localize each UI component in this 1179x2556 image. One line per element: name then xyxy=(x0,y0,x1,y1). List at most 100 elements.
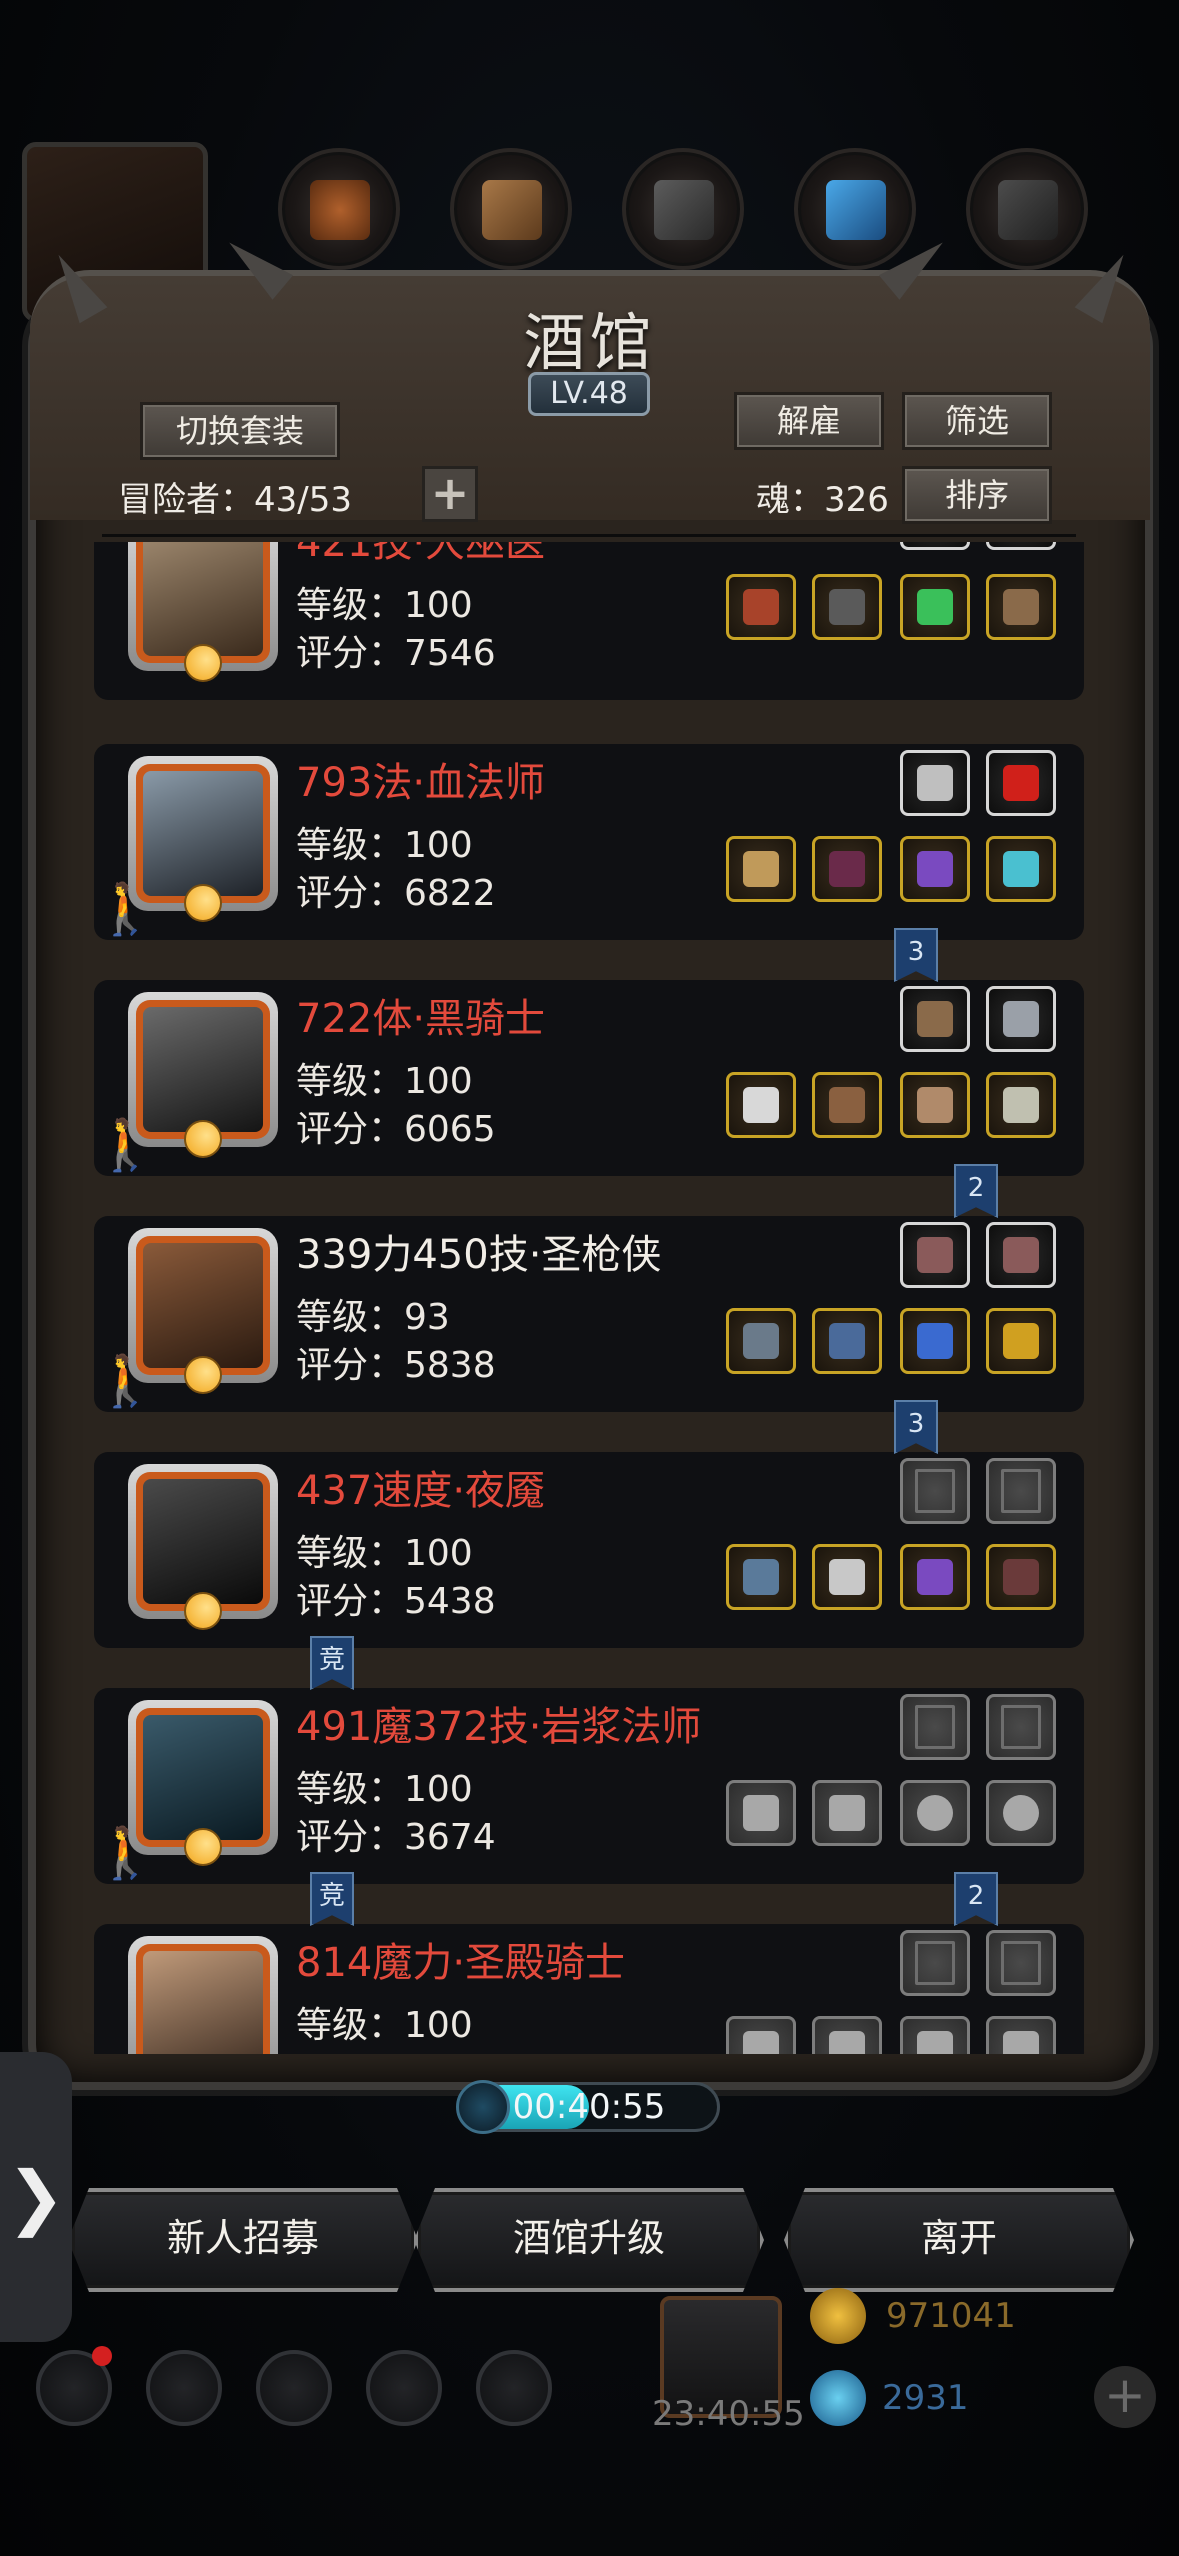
adventurer-name: 814魔力·圣殿骑士 xyxy=(296,1940,626,1986)
add-slot-button[interactable]: + xyxy=(422,466,478,522)
star-icon[interactable] xyxy=(146,2350,222,2426)
armor-icon[interactable] xyxy=(812,574,882,640)
sort-button[interactable]: 排序 xyxy=(902,466,1052,524)
page-title: 酒馆 xyxy=(523,306,656,379)
adventurer-score: 评分：3674 xyxy=(296,1817,496,1858)
ring-icon[interactable] xyxy=(900,836,970,902)
empty-armor-slot[interactable] xyxy=(812,2016,882,2054)
charm-icon[interactable] xyxy=(986,1072,1056,1138)
moon-icon xyxy=(184,644,222,682)
empty-armor-slot[interactable] xyxy=(812,1780,882,1846)
blood-gem-icon[interactable] xyxy=(986,750,1056,816)
adventurer-score: 评分：7546 xyxy=(296,633,496,674)
adventurer-card[interactable]: 🚶 793法·血法师 等级：100 评分：6822 xyxy=(94,744,1084,940)
adventurer-level: 等级：100 xyxy=(296,1061,473,1102)
empty-accessory-slot[interactable] xyxy=(986,1694,1056,1760)
accessory-slot[interactable] xyxy=(986,542,1056,550)
moon-icon xyxy=(184,1356,222,1394)
leave-button[interactable]: 离开 xyxy=(784,2188,1134,2292)
adventurer-name: 339力450技·圣枪侠 xyxy=(296,1232,662,1278)
sword-icon[interactable] xyxy=(726,1072,796,1138)
soul-count: 魂：326 xyxy=(756,480,889,520)
feather-icon[interactable] xyxy=(986,1222,1056,1288)
empty-ring-slot[interactable] xyxy=(900,2016,970,2054)
notification-dot xyxy=(92,2346,112,2366)
goblet-icon[interactable] xyxy=(900,750,970,816)
blade-icon[interactable] xyxy=(726,1544,796,1610)
moon-icon xyxy=(184,1592,222,1630)
empty-ring-slot[interactable] xyxy=(900,1780,970,1846)
adventurer-level: 等级：100 xyxy=(296,585,473,626)
resource-meat-icon[interactable] xyxy=(278,148,400,270)
adventurer-card[interactable]: 🚶 491魔372技·岩浆法师 等级：100 评分：3674 xyxy=(94,1688,1084,1884)
walking-figure-icon: 🚶 xyxy=(94,880,157,938)
avatar xyxy=(128,1936,278,2054)
switch-set-button[interactable]: 切换套装 xyxy=(140,402,340,460)
link-ribbon: 3 xyxy=(894,1400,938,1454)
feather-icon[interactable] xyxy=(900,1222,970,1288)
adventurer-score: 评分：5838 xyxy=(296,1345,496,1386)
shield-icon[interactable] xyxy=(900,1072,970,1138)
side-expand-tab[interactable]: ❯ xyxy=(0,2052,72,2342)
adventurer-level: 等级：100 xyxy=(296,825,473,866)
empty-accessory-slot[interactable] xyxy=(986,1930,1056,1996)
resource-iron-icon[interactable] xyxy=(622,148,744,270)
walking-figure-icon: 🚶 xyxy=(94,1352,157,1410)
adventurer-count: 冒险者：43/53 xyxy=(118,480,352,520)
adventurer-level: 等级：100 xyxy=(296,1533,473,1574)
empty-accessory-slot[interactable] xyxy=(900,1458,970,1524)
adventurer-name: 793法·血法师 xyxy=(296,760,546,806)
knife-icon[interactable] xyxy=(986,986,1056,1052)
adventurer-card[interactable]: 🚶 339力450技·圣枪侠 等级：93 评分：5838 xyxy=(94,1216,1084,1412)
spear-icon[interactable] xyxy=(726,1308,796,1374)
empty-accessory-slot[interactable] xyxy=(900,1694,970,1760)
adventurer-card[interactable]: 🚶 722体·黑骑士 等级：100 评分：6065 xyxy=(94,980,1084,1176)
wand-icon[interactable] xyxy=(726,836,796,902)
robe-icon[interactable] xyxy=(812,836,882,902)
recruit-button[interactable]: 新人招募 xyxy=(68,2188,418,2292)
upgrade-tavern-button[interactable]: 酒馆升级 xyxy=(414,2188,764,2292)
empty-ring-slot[interactable] xyxy=(986,2016,1056,2054)
walking-figure-icon: 🚶 xyxy=(94,1116,157,1174)
filter-button[interactable]: 筛选 xyxy=(902,392,1052,450)
gold-ring-icon[interactable] xyxy=(986,1308,1056,1374)
adventurer-card[interactable]: 814魔力·圣殿骑士 等级：100 xyxy=(94,1924,1084,2054)
adventurer-card[interactable]: 437速度·夜魇 等级：100 评分：5438 xyxy=(94,1452,1084,1648)
amulet-icon[interactable] xyxy=(986,836,1056,902)
handshake-icon[interactable] xyxy=(476,2350,552,2426)
resource-wood-icon[interactable] xyxy=(450,148,572,270)
resource-ore-icon[interactable] xyxy=(966,148,1088,270)
accessory-slot[interactable] xyxy=(900,542,970,550)
cloak-icon[interactable] xyxy=(812,1308,882,1374)
coat-icon[interactable] xyxy=(986,1544,1056,1610)
header-divider xyxy=(102,534,1076,537)
helm-icon[interactable] xyxy=(812,1072,882,1138)
link-ribbon: 3 xyxy=(894,928,938,982)
empty-accessory-slot[interactable] xyxy=(986,1458,1056,1524)
adventurer-name: 491魔372技·岩浆法师 xyxy=(296,1704,702,1750)
gem-amount: 2931 xyxy=(882,2378,969,2418)
moon-icon xyxy=(184,1120,222,1158)
resource-crystal-icon[interactable] xyxy=(794,148,916,270)
adventurer-name: 437速度·夜魇 xyxy=(296,1468,546,1514)
ring-icon[interactable] xyxy=(900,1308,970,1374)
empty-accessory-slot[interactable] xyxy=(900,1930,970,1996)
gem-icon[interactable] xyxy=(900,574,970,640)
adventurer-list[interactable]: 421技·大巫医 等级：100 评分：7546 🚶 793法·血法师 等级：10… xyxy=(94,542,1084,2054)
staff-icon[interactable] xyxy=(726,574,796,640)
empty-ring-slot[interactable] xyxy=(986,1780,1056,1846)
tavern-screen: { "header": {"title": "酒馆", "level": "LV… xyxy=(0,0,1179,2556)
chest-armor-icon[interactable] xyxy=(812,1544,882,1610)
dismiss-button[interactable]: 解雇 xyxy=(734,392,884,450)
empty-weapon-slot[interactable] xyxy=(726,1780,796,1846)
adventurer-card[interactable]: 421技·大巫医 等级：100 评分：7546 xyxy=(94,542,1084,700)
adventurer-score: 评分：6065 xyxy=(296,1109,496,1150)
dagger-icon[interactable] xyxy=(900,986,970,1052)
gem-icon xyxy=(810,2370,866,2426)
quest-icon[interactable] xyxy=(256,2350,332,2426)
ring-icon[interactable] xyxy=(900,1544,970,1610)
empty-weapon-slot[interactable] xyxy=(726,2016,796,2054)
add-currency-button[interactable]: + xyxy=(1094,2366,1156,2428)
mail-icon[interactable] xyxy=(366,2350,442,2426)
mask-icon[interactable] xyxy=(986,574,1056,640)
